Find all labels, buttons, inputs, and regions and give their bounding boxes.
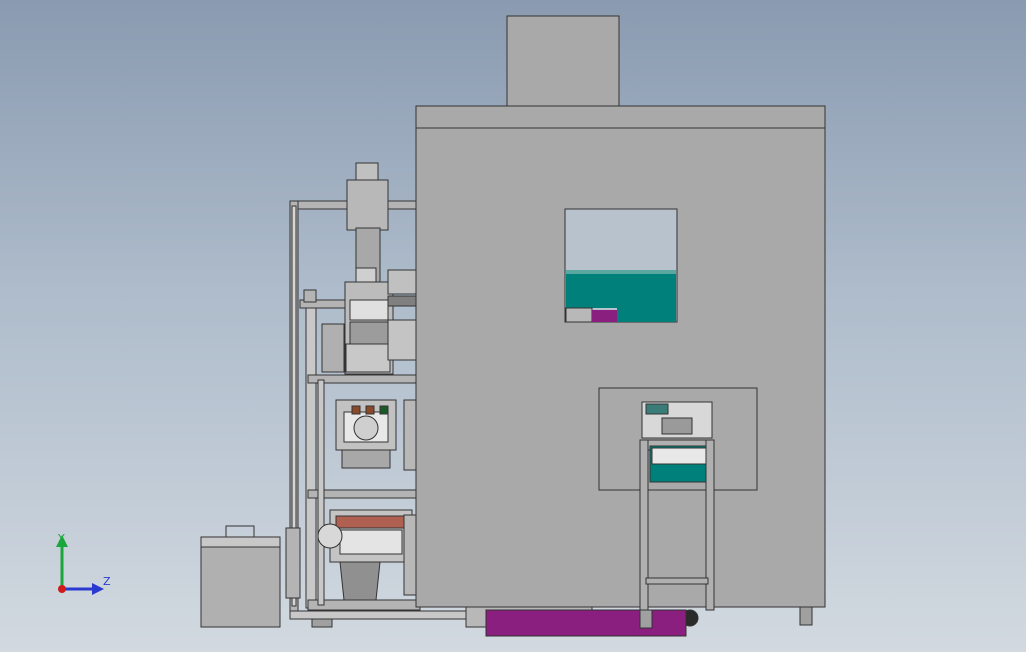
y-axis-label: Y: [58, 532, 65, 545]
origin-icon: [58, 585, 66, 593]
cabinet-window[interactable]: [564, 208, 678, 323]
base-platform[interactable]: [289, 606, 813, 637]
vertical-cylinder[interactable]: [346, 162, 389, 295]
graphics-viewport[interactable]: Y Z: [0, 0, 1026, 652]
machine-model[interactable]: [0, 0, 1026, 652]
z-axis-label: Z: [103, 575, 111, 588]
access-opening[interactable]: [598, 387, 758, 491]
side-control-box[interactable]: [200, 525, 281, 628]
middle-spindle-assembly[interactable]: [335, 399, 419, 471]
main-cabinet[interactable]: [415, 105, 826, 608]
upper-mechanism[interactable]: [321, 269, 421, 375]
lower-spindle-assembly[interactable]: [317, 509, 419, 601]
top-housing-block[interactable]: [506, 15, 620, 109]
